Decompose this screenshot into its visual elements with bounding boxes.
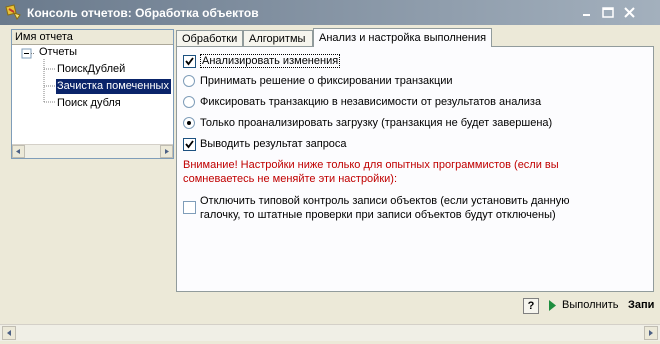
output-result-checkbox[interactable]	[183, 138, 196, 151]
window-scroll-left-button[interactable]	[2, 326, 16, 340]
disable-control-label: Отключить типовой контроль записи объект…	[200, 195, 570, 221]
tree-node-reports[interactable]: Отчеты	[39, 45, 77, 60]
minimize-button[interactable]	[578, 4, 596, 21]
expert-warning-text: Внимание! Настройки ниже только для опыт…	[183, 159, 559, 185]
tab-analiz-settings[interactable]: Анализ и настройка выполнения	[313, 28, 492, 47]
analyze-changes-checkbox[interactable]	[183, 55, 196, 68]
run-icon[interactable]	[548, 300, 557, 314]
title-bar[interactable]: Консоль отчетов: Обработка объектов	[0, 0, 660, 25]
scroll-left-button[interactable]	[12, 145, 25, 158]
radio-fix-transaction[interactable]	[183, 96, 195, 108]
tree-item-zachistka-selected[interactable]: Зачистка помеченных	[56, 79, 171, 94]
tab-algoritmy[interactable]: Алгоритмы	[243, 30, 313, 46]
bottom-toolbar: ? Выполнить Запи	[11, 294, 660, 319]
run-button[interactable]: Выполнить	[562, 299, 618, 311]
tab-label: Алгоритмы	[249, 33, 306, 45]
scroll-right-button[interactable]	[160, 145, 173, 158]
tab-label: Обработки	[182, 33, 238, 45]
radio-analyze-only[interactable]	[183, 117, 195, 129]
analyze-changes-label: Анализировать изменения	[200, 54, 341, 68]
tree-item-label: Поиск дубля	[57, 97, 121, 109]
tree-header-label: Имя отчета	[15, 31, 73, 43]
output-result-label: Выводить результат запроса	[200, 138, 347, 150]
maximize-button[interactable]	[599, 4, 617, 21]
tree-horizontal-scrollbar[interactable]	[12, 144, 173, 158]
tree-node-reports-label: Отчеты	[39, 46, 78, 58]
radio-analyze-only-label: Только проанализировать загрузку (транза…	[200, 117, 553, 129]
window-horizontal-scrollbar[interactable]	[0, 324, 660, 341]
radio-accept-decision-label: Принимать решение о фиксировании транзак…	[200, 75, 453, 87]
close-button[interactable]	[621, 4, 639, 21]
window-title: Консоль отчетов: Обработка объектов	[27, 6, 259, 20]
disable-control-checkbox[interactable]	[183, 201, 196, 214]
tree-item-label: ПоискДублей	[57, 63, 126, 75]
tab-label: Анализ и настройка выполнения	[319, 32, 487, 44]
tab-obrabotki[interactable]: Обработки	[176, 30, 243, 46]
radio-fix-transaction-label: Фиксировать транзакцию в независимости о…	[200, 96, 542, 108]
tree-item-poisk-dublya[interactable]: Поиск дубля	[57, 96, 121, 111]
tree-column-header[interactable]: Имя отчета	[12, 30, 173, 45]
write-button[interactable]: Запи	[628, 299, 654, 311]
app-icon	[5, 4, 22, 21]
tree-item-label: Зачистка помеченных	[57, 80, 169, 92]
window-scroll-right-button[interactable]	[644, 326, 658, 340]
tree-item-poisk-dubley[interactable]: ПоискДублей	[57, 62, 125, 77]
main-window: Консоль отчетов: Обработка объектов Имя …	[0, 0, 660, 344]
report-tree[interactable]: Имя отчета Отчеты ПоискДублей Зачистка п…	[11, 29, 174, 159]
radio-accept-decision[interactable]	[183, 75, 195, 87]
help-button[interactable]: ?	[523, 298, 539, 314]
